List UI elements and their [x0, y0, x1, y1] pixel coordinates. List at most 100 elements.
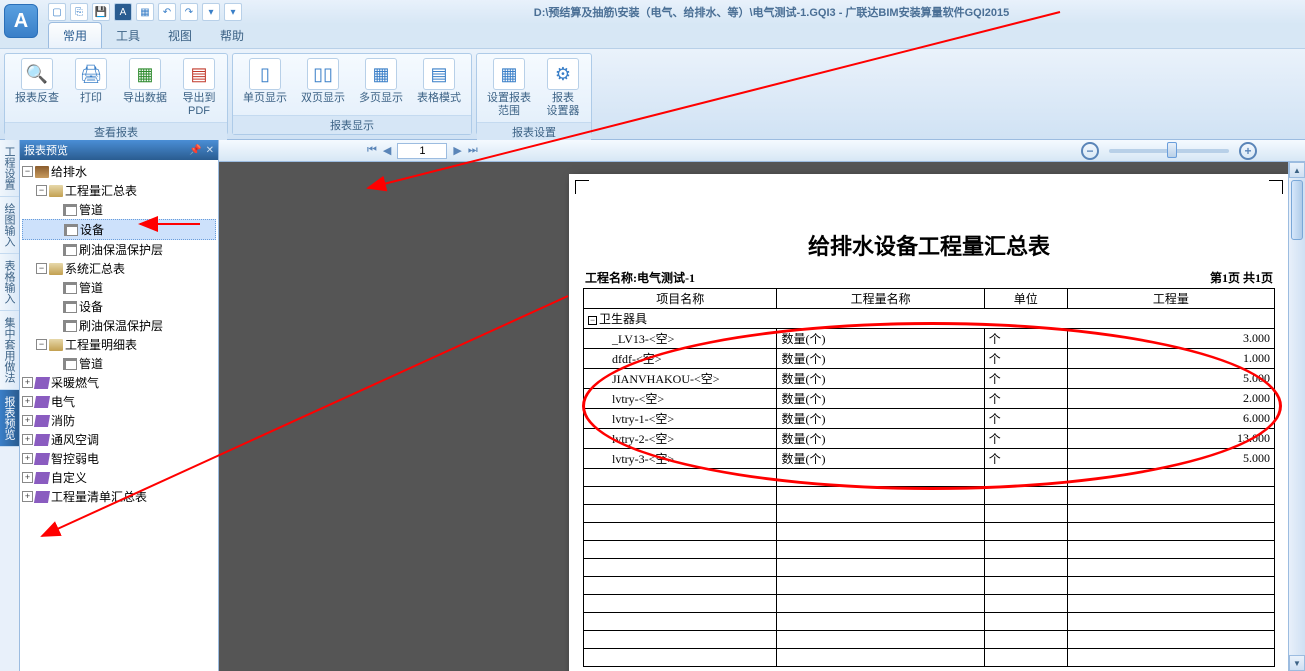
tree-toggle-icon[interactable]: − [36, 185, 47, 196]
tree-node[interactable]: 管道 [22, 200, 216, 219]
tree-node[interactable]: + 电气 [22, 392, 216, 411]
qat-new-icon[interactable]: ▢ [48, 3, 66, 21]
tree-node[interactable]: + 消防 [22, 411, 216, 430]
app-logo[interactable]: A [4, 4, 38, 38]
tree-node[interactable]: + 工程量清单汇总表 [22, 487, 216, 506]
qat-save-icon[interactable]: 💾 [92, 3, 110, 21]
range-icon: ▦ [493, 58, 525, 90]
pin-icon[interactable]: 📌 [189, 145, 201, 156]
tree-toggle-icon[interactable]: + [22, 453, 33, 464]
btn-report-range[interactable]: ▦设置报表 范围 [481, 56, 537, 120]
table-row [584, 469, 1275, 487]
single-page-icon: ▯ [249, 58, 281, 90]
btn-print[interactable]: 🖨打印 [67, 56, 115, 120]
btn-report-check[interactable]: 🔍报表反查 [9, 56, 65, 120]
tree-node[interactable]: + 采暖燃气 [22, 373, 216, 392]
vtab-apply[interactable]: 集中套用做法 [0, 311, 19, 390]
vtab-table[interactable]: 表格输入 [0, 254, 19, 311]
qat-chart-icon[interactable]: ▦ [136, 3, 154, 21]
vertical-scrollbar[interactable]: ▲ ▼ [1288, 162, 1305, 671]
gear-icon: ⚙ [547, 58, 579, 90]
table-row: JIANVHAKOU-<空>数量(个)个5.000 [584, 369, 1275, 389]
tree-toggle-icon[interactable]: + [22, 472, 33, 483]
table-row [584, 577, 1275, 595]
vtab-project[interactable]: 工程设置 [0, 140, 19, 197]
tree-node[interactable]: 设备 [22, 219, 216, 240]
btn-export-pdf[interactable]: ▤导出到 PDF [175, 56, 223, 120]
canvas[interactable]: 给排水设备工程量汇总表 工程名称:电气测试-1 第1页 共1页 项目名称工程量名… [219, 162, 1305, 671]
tree-node[interactable]: + 自定义 [22, 468, 216, 487]
tree-node[interactable]: − 工程量汇总表 [22, 181, 216, 200]
nav-last-icon[interactable]: ⏭ [468, 144, 478, 157]
col-header: 工程量 [1067, 289, 1274, 309]
nav-first-icon[interactable]: ⏮ [367, 144, 377, 157]
table-row [584, 595, 1275, 613]
tree-toggle-icon[interactable]: + [22, 434, 33, 445]
viewer-toolbar: ⏮ ◀ ▶ ⏭ − + [219, 140, 1305, 162]
btn-report-designer[interactable]: ⚙报表 设置器 [539, 56, 587, 120]
tree-toggle-icon[interactable]: − [36, 339, 47, 350]
tree-toggle-icon[interactable]: + [22, 377, 33, 388]
table-row [584, 613, 1275, 631]
tree-node[interactable]: 管道 [22, 354, 216, 373]
scroll-up-icon[interactable]: ▲ [1289, 162, 1305, 178]
table-row [584, 505, 1275, 523]
report-tree[interactable]: − 给排水 − 工程量汇总表 管道 设备 刷油保温保护层 − 系统汇总表 管道 … [20, 160, 218, 671]
tab-common[interactable]: 常用 [48, 22, 102, 48]
table-row: lvtry-3-<空>数量(个)个5.000 [584, 449, 1275, 469]
zoom-slider[interactable] [1109, 149, 1229, 153]
tree-node[interactable]: 管道 [22, 278, 216, 297]
vtab-draw[interactable]: 绘图输入 [0, 197, 19, 254]
qat-open-icon[interactable]: ⎘ [70, 3, 88, 21]
report-viewer: ⏮ ◀ ▶ ⏭ − + 给排水设备工程量汇总表 工程名称:电气测试-1 第1页 … [219, 140, 1305, 671]
qat-undo-icon[interactable]: ↶ [158, 3, 176, 21]
zoom-out-icon[interactable]: − [1081, 142, 1099, 160]
page-number-input[interactable] [397, 143, 447, 159]
zoom-in-icon[interactable]: + [1239, 142, 1257, 160]
scroll-thumb[interactable] [1291, 180, 1303, 240]
tab-tools[interactable]: 工具 [102, 23, 154, 48]
tree-toggle-icon[interactable]: − [22, 166, 33, 177]
ribbon-group-display: ▯单页显示 ▯▯双页显示 ▦多页显示 ▤表格模式 报表显示 [232, 53, 472, 135]
tree-toggle-icon[interactable]: − [36, 263, 47, 274]
tree-toggle-icon[interactable]: + [22, 491, 33, 502]
qat-tool-icon[interactable]: ▾ [224, 3, 242, 21]
btn-export-data[interactable]: ▦导出数据 [117, 56, 173, 120]
col-header: 项目名称 [584, 289, 777, 309]
tree-node[interactable]: − 给排水 [22, 162, 216, 181]
btn-multi-page[interactable]: ▦多页显示 [353, 56, 409, 113]
tree-node[interactable]: 刷油保温保护层 [22, 316, 216, 335]
tree-node[interactable]: + 通风空调 [22, 430, 216, 449]
ico-page-icon [63, 301, 77, 313]
tree-node[interactable]: 刷油保温保护层 [22, 240, 216, 259]
nav-next-icon[interactable]: ▶ [453, 144, 461, 157]
zoom-thumb[interactable] [1167, 142, 1177, 158]
nav-prev-icon[interactable]: ◀ [383, 144, 391, 157]
tree-toggle-icon[interactable]: + [22, 415, 33, 426]
tree-node[interactable]: 设备 [22, 297, 216, 316]
title-bar: ▢ ⎘ 💾 A ▦ ↶ ↷ ▾ ▾ D:\预结算及抽筋\安装（电气、给排水、等）… [0, 0, 1305, 24]
qat-config-icon[interactable]: ▾ [202, 3, 220, 21]
qat-redo-icon[interactable]: ↷ [180, 3, 198, 21]
printer-icon: 🖨 [75, 58, 107, 90]
scroll-down-icon[interactable]: ▼ [1289, 655, 1305, 671]
pdf-icon: ▤ [183, 58, 215, 90]
tree-node[interactable]: − 工程量明细表 [22, 335, 216, 354]
tab-help[interactable]: 帮助 [206, 23, 258, 48]
vtab-preview[interactable]: 报表预览 [0, 390, 19, 447]
tab-view[interactable]: 视图 [154, 23, 206, 48]
btn-double-page[interactable]: ▯▯双页显示 [295, 56, 351, 113]
btn-grid-mode[interactable]: ▤表格模式 [411, 56, 467, 113]
table-row [584, 631, 1275, 649]
category-row[interactable]: −卫生器具 [584, 309, 1275, 329]
tree-toggle-icon[interactable]: + [22, 396, 33, 407]
close-icon[interactable]: ✕ [206, 145, 214, 156]
qat-a-icon[interactable]: A [114, 3, 132, 21]
vertical-tabs: 工程设置 绘图输入 表格输入 集中套用做法 报表预览 [0, 140, 20, 671]
ico-page-icon [63, 244, 77, 256]
main-area: 工程设置 绘图输入 表格输入 集中套用做法 报表预览 报表预览 📌 ✕ − 给排… [0, 140, 1305, 671]
tree-node[interactable]: − 系统汇总表 [22, 259, 216, 278]
btn-single-page[interactable]: ▯单页显示 [237, 56, 293, 113]
tree-node[interactable]: + 智控弱电 [22, 449, 216, 468]
excel-icon: ▦ [129, 58, 161, 90]
